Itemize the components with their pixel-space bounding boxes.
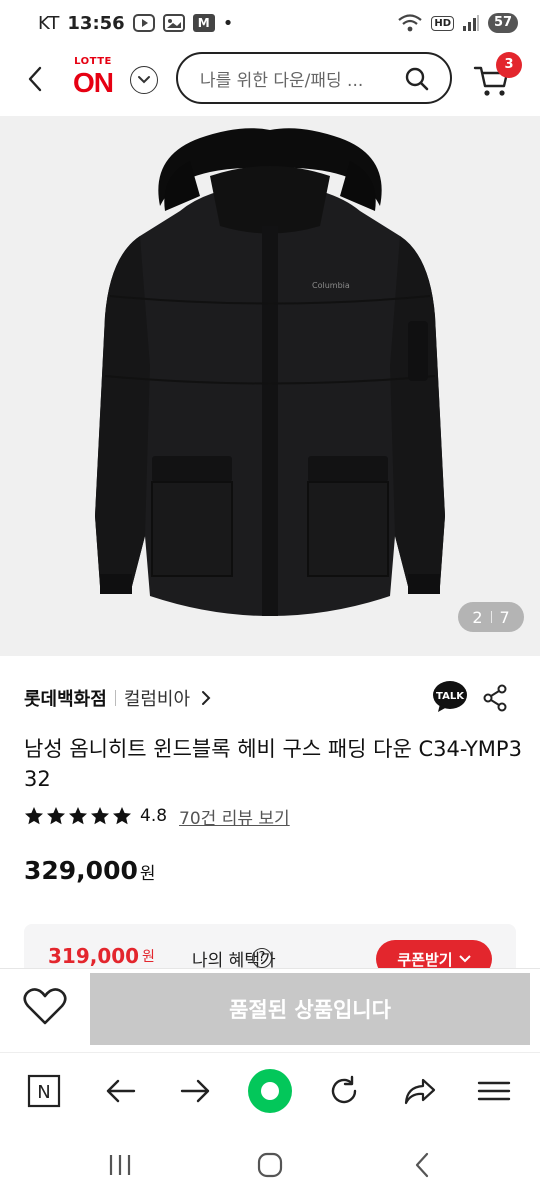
status-bar: KT 13:56 M • HD 57 [0, 0, 540, 46]
product-image: Columbia [0, 116, 540, 656]
chevron-down-icon [458, 955, 471, 963]
search-icon[interactable] [404, 66, 430, 92]
more-notifications-dot: • [222, 12, 234, 34]
talk-bubble-icon: TALK [433, 681, 467, 712]
home-circle-icon [257, 1152, 283, 1178]
youtube-notification-icon [132, 14, 155, 32]
refresh-icon [331, 1075, 357, 1104]
soldout-button[interactable]: 품절된 상품입니다 [90, 973, 530, 1045]
cart-count-badge: 3 [496, 52, 522, 78]
search-placeholder: 나를 위한 다운/패딩 ... [200, 70, 364, 91]
arrow-right-icon [180, 1079, 210, 1103]
green-dot-icon [261, 1082, 279, 1100]
store-brand-divider [114, 690, 116, 706]
lotte-on-logo[interactable]: LOTTE ON [68, 56, 118, 102]
product-price: 329,000 [24, 856, 138, 885]
benefit-box: 319,000 원 나의 혜택가 ? 쿠폰받기 [24, 924, 516, 968]
home-button[interactable] [250, 1148, 290, 1182]
purchase-bar: 품절된 상품입니다 [0, 968, 540, 1052]
arrow-left-icon [106, 1079, 136, 1103]
star-icon [47, 807, 65, 825]
brand-row: 롯데백화점 컬럼비아 TALK [24, 676, 516, 720]
wifi-icon [397, 13, 423, 33]
naver-home-button[interactable]: N [24, 1071, 64, 1111]
chevron-right-icon[interactable] [200, 690, 212, 706]
back-button[interactable] [22, 64, 48, 94]
recent-apps-icon [109, 1155, 131, 1175]
refresh-button[interactable] [324, 1071, 364, 1111]
review-link[interactable]: 70건 리뷰 보기 [179, 804, 290, 829]
store-name[interactable]: 롯데백화점 [24, 685, 107, 711]
recent-apps-button[interactable] [100, 1148, 140, 1182]
clock: 13:56 [67, 12, 125, 34]
benefit-currency: 원 [142, 949, 155, 965]
search-input[interactable]: 나를 위한 다운/패딩 ... [176, 52, 452, 104]
home-letter: N [37, 1082, 50, 1103]
rating-row: 4.8 70건 리뷰 보기 [24, 802, 290, 830]
price-row: 329,000 원 [24, 856, 156, 885]
system-nav-bar [0, 1130, 540, 1200]
forward-nav-button[interactable] [176, 1071, 216, 1111]
rating-value: 4.8 [140, 806, 168, 826]
back-nav-button[interactable] [100, 1071, 140, 1111]
brand-link[interactable]: 컬럼비아 [124, 685, 190, 711]
m-notification-icon: M [192, 14, 215, 32]
star-icon [91, 807, 109, 825]
talk-label: TALK [436, 691, 465, 702]
signal-icon [462, 14, 480, 32]
green-dot-button[interactable] [248, 1069, 292, 1113]
image-counter-total: 7 [499, 607, 510, 627]
gallery-notification-icon [162, 14, 185, 32]
help-icon[interactable]: ? [252, 948, 272, 968]
menu-button[interactable] [474, 1071, 514, 1111]
product-image-gallery[interactable]: Columbia 2 7 [0, 116, 540, 656]
logo-on-text: ON [73, 67, 114, 98]
coupon-button[interactable]: 쿠폰받기 [376, 940, 492, 968]
kakao-talk-button[interactable]: TALK [432, 680, 468, 714]
hamburger-menu-icon [477, 1081, 511, 1101]
benefit-price: 319,000 [48, 944, 140, 968]
battery-indicator: 57 [488, 13, 518, 33]
share-icon [483, 684, 507, 712]
image-counter-separator [490, 611, 492, 623]
image-counter: 2 7 [458, 602, 524, 632]
system-back-icon [415, 1152, 429, 1178]
price-currency: 원 [139, 864, 156, 884]
jacket-logo-text: Columbia [312, 281, 350, 290]
wishlist-button[interactable] [22, 985, 68, 1027]
product-title: 남성 옴니히트 윈드블록 헤비 구스 패딩 다운 C34-YMP332 [24, 737, 522, 791]
hd-voice-icon: HD [431, 15, 454, 31]
rating-stars [24, 806, 132, 826]
carrier-label: KT [38, 12, 60, 34]
chevron-left-icon [28, 66, 42, 92]
share-button[interactable] [482, 684, 508, 712]
forward-share-icon [404, 1078, 436, 1105]
heart-icon [23, 988, 67, 1025]
star-icon [113, 807, 131, 825]
share-page-button[interactable] [400, 1071, 440, 1111]
star-icon [25, 807, 43, 825]
app-header: LOTTE ON 나를 위한 다운/패딩 ... 3 [0, 46, 540, 112]
coupon-button-label: 쿠폰받기 [397, 950, 453, 969]
naver-n-icon: N [27, 1074, 61, 1108]
chevron-down-icon [138, 76, 150, 84]
mall-switch-button[interactable] [130, 66, 158, 94]
star-icon [69, 807, 87, 825]
browser-toolbar: N [0, 1052, 540, 1130]
image-counter-current: 2 [472, 607, 483, 627]
system-back-button[interactable] [402, 1148, 442, 1182]
